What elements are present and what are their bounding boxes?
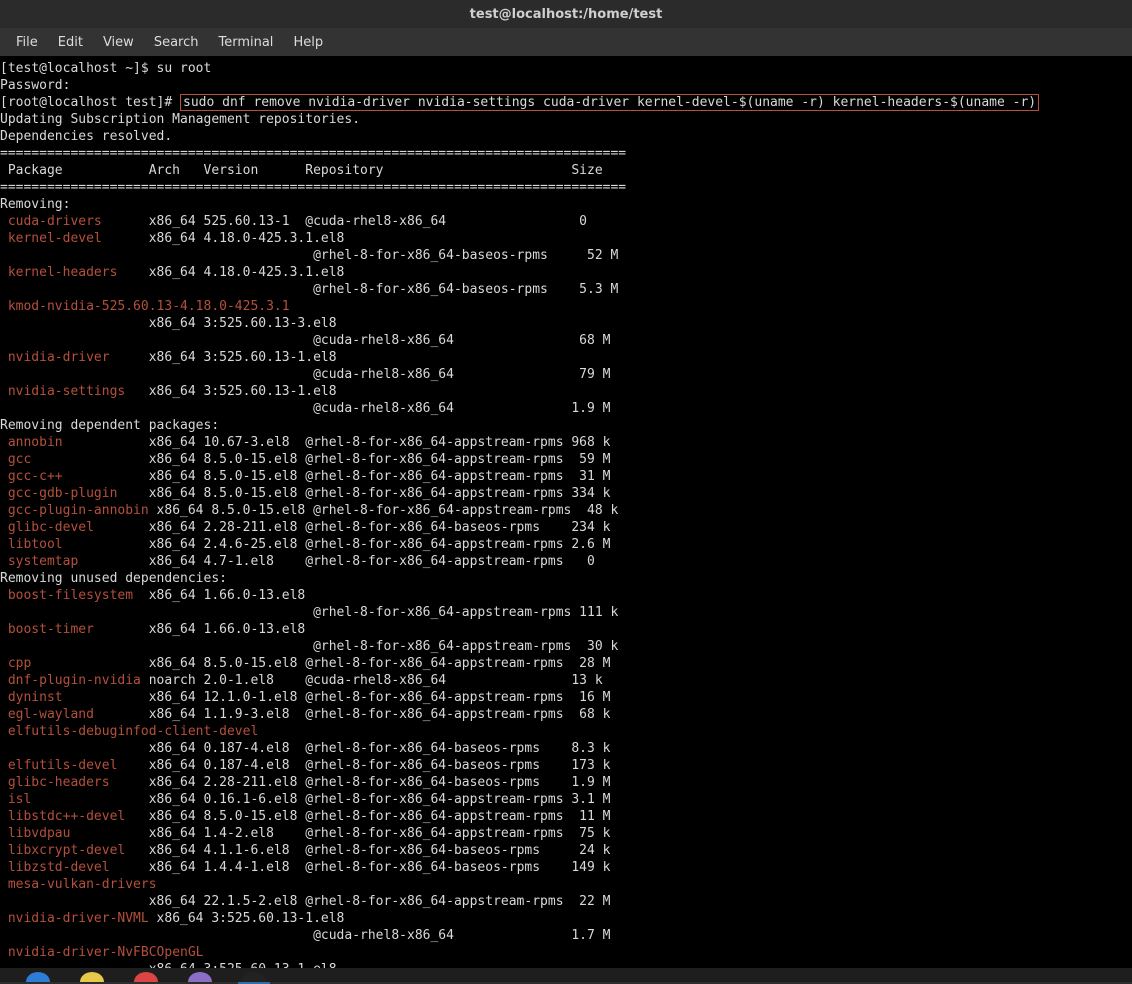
taskbar-settings-icon[interactable]	[134, 972, 158, 982]
package-name: dyninst	[8, 690, 63, 705]
package-name: nvidia-driver-NVML	[8, 911, 149, 926]
package-name: nvidia-settings	[8, 384, 125, 399]
package-name: libvdpau	[8, 826, 71, 841]
package-name: gcc-plugin-annobin	[8, 503, 149, 518]
package-name: gcc	[8, 452, 31, 467]
package-name: boost-filesystem	[8, 588, 133, 603]
menu-edit[interactable]: Edit	[48, 31, 93, 54]
menubar: File Edit View Search Terminal Help	[0, 28, 1132, 56]
package-name: boost-timer	[8, 622, 94, 637]
package-name: libzstd-devel	[8, 860, 110, 875]
package-name: cuda-drivers	[8, 214, 102, 229]
package-name: nvidia-driver-NvFBCOpenGL	[8, 945, 204, 960]
package-name: egl-wayland	[8, 707, 94, 722]
package-name: cpp	[8, 656, 31, 671]
package-name: gcc-c++	[8, 469, 63, 484]
package-name: kernel-headers	[8, 265, 118, 280]
package-name: kernel-devel	[8, 231, 102, 246]
package-name: gcc-gdb-plugin	[8, 486, 118, 501]
package-name: elfutils-debuginfod-client-devel	[8, 724, 258, 739]
window-title: test@localhost:/home/test	[470, 7, 663, 22]
taskbar-browser-icon[interactable]	[26, 972, 50, 982]
package-name: kmod-nvidia-525.60.13-4.18.0-425.3.1	[8, 299, 290, 314]
terminal-output[interactable]: [test@localhost ~]$ su root Password: [r…	[0, 56, 1132, 968]
package-name: libtool	[8, 537, 63, 552]
package-name: libstdc++-devel	[8, 809, 125, 824]
package-name: dnf-plugin-nvidia	[8, 673, 141, 688]
menu-view[interactable]: View	[93, 31, 144, 54]
package-name: glibc-devel	[8, 520, 94, 535]
window-titlebar: test@localhost:/home/test	[0, 0, 1132, 28]
package-name: isl	[8, 792, 31, 807]
package-name: nvidia-driver	[8, 350, 110, 365]
menu-file[interactable]: File	[6, 31, 48, 54]
package-name: annobin	[8, 435, 63, 450]
package-name: glibc-headers	[8, 775, 110, 790]
package-name: libxcrypt-devel	[8, 843, 125, 858]
package-name: mesa-vulkan-drivers	[8, 877, 157, 892]
taskbar-music-icon[interactable]	[188, 972, 212, 982]
menu-help[interactable]: Help	[283, 31, 333, 54]
package-name: elfutils-devel	[8, 758, 118, 773]
menu-search[interactable]: Search	[144, 31, 209, 54]
highlighted-command: sudo dnf remove nvidia-driver nvidia-set…	[180, 94, 1039, 111]
taskbar	[0, 968, 1132, 982]
taskbar-files-icon[interactable]	[80, 972, 104, 982]
package-name: systemtap	[8, 554, 78, 569]
menu-terminal[interactable]: Terminal	[208, 31, 283, 54]
taskbar-terminal-icon[interactable]	[242, 972, 266, 982]
